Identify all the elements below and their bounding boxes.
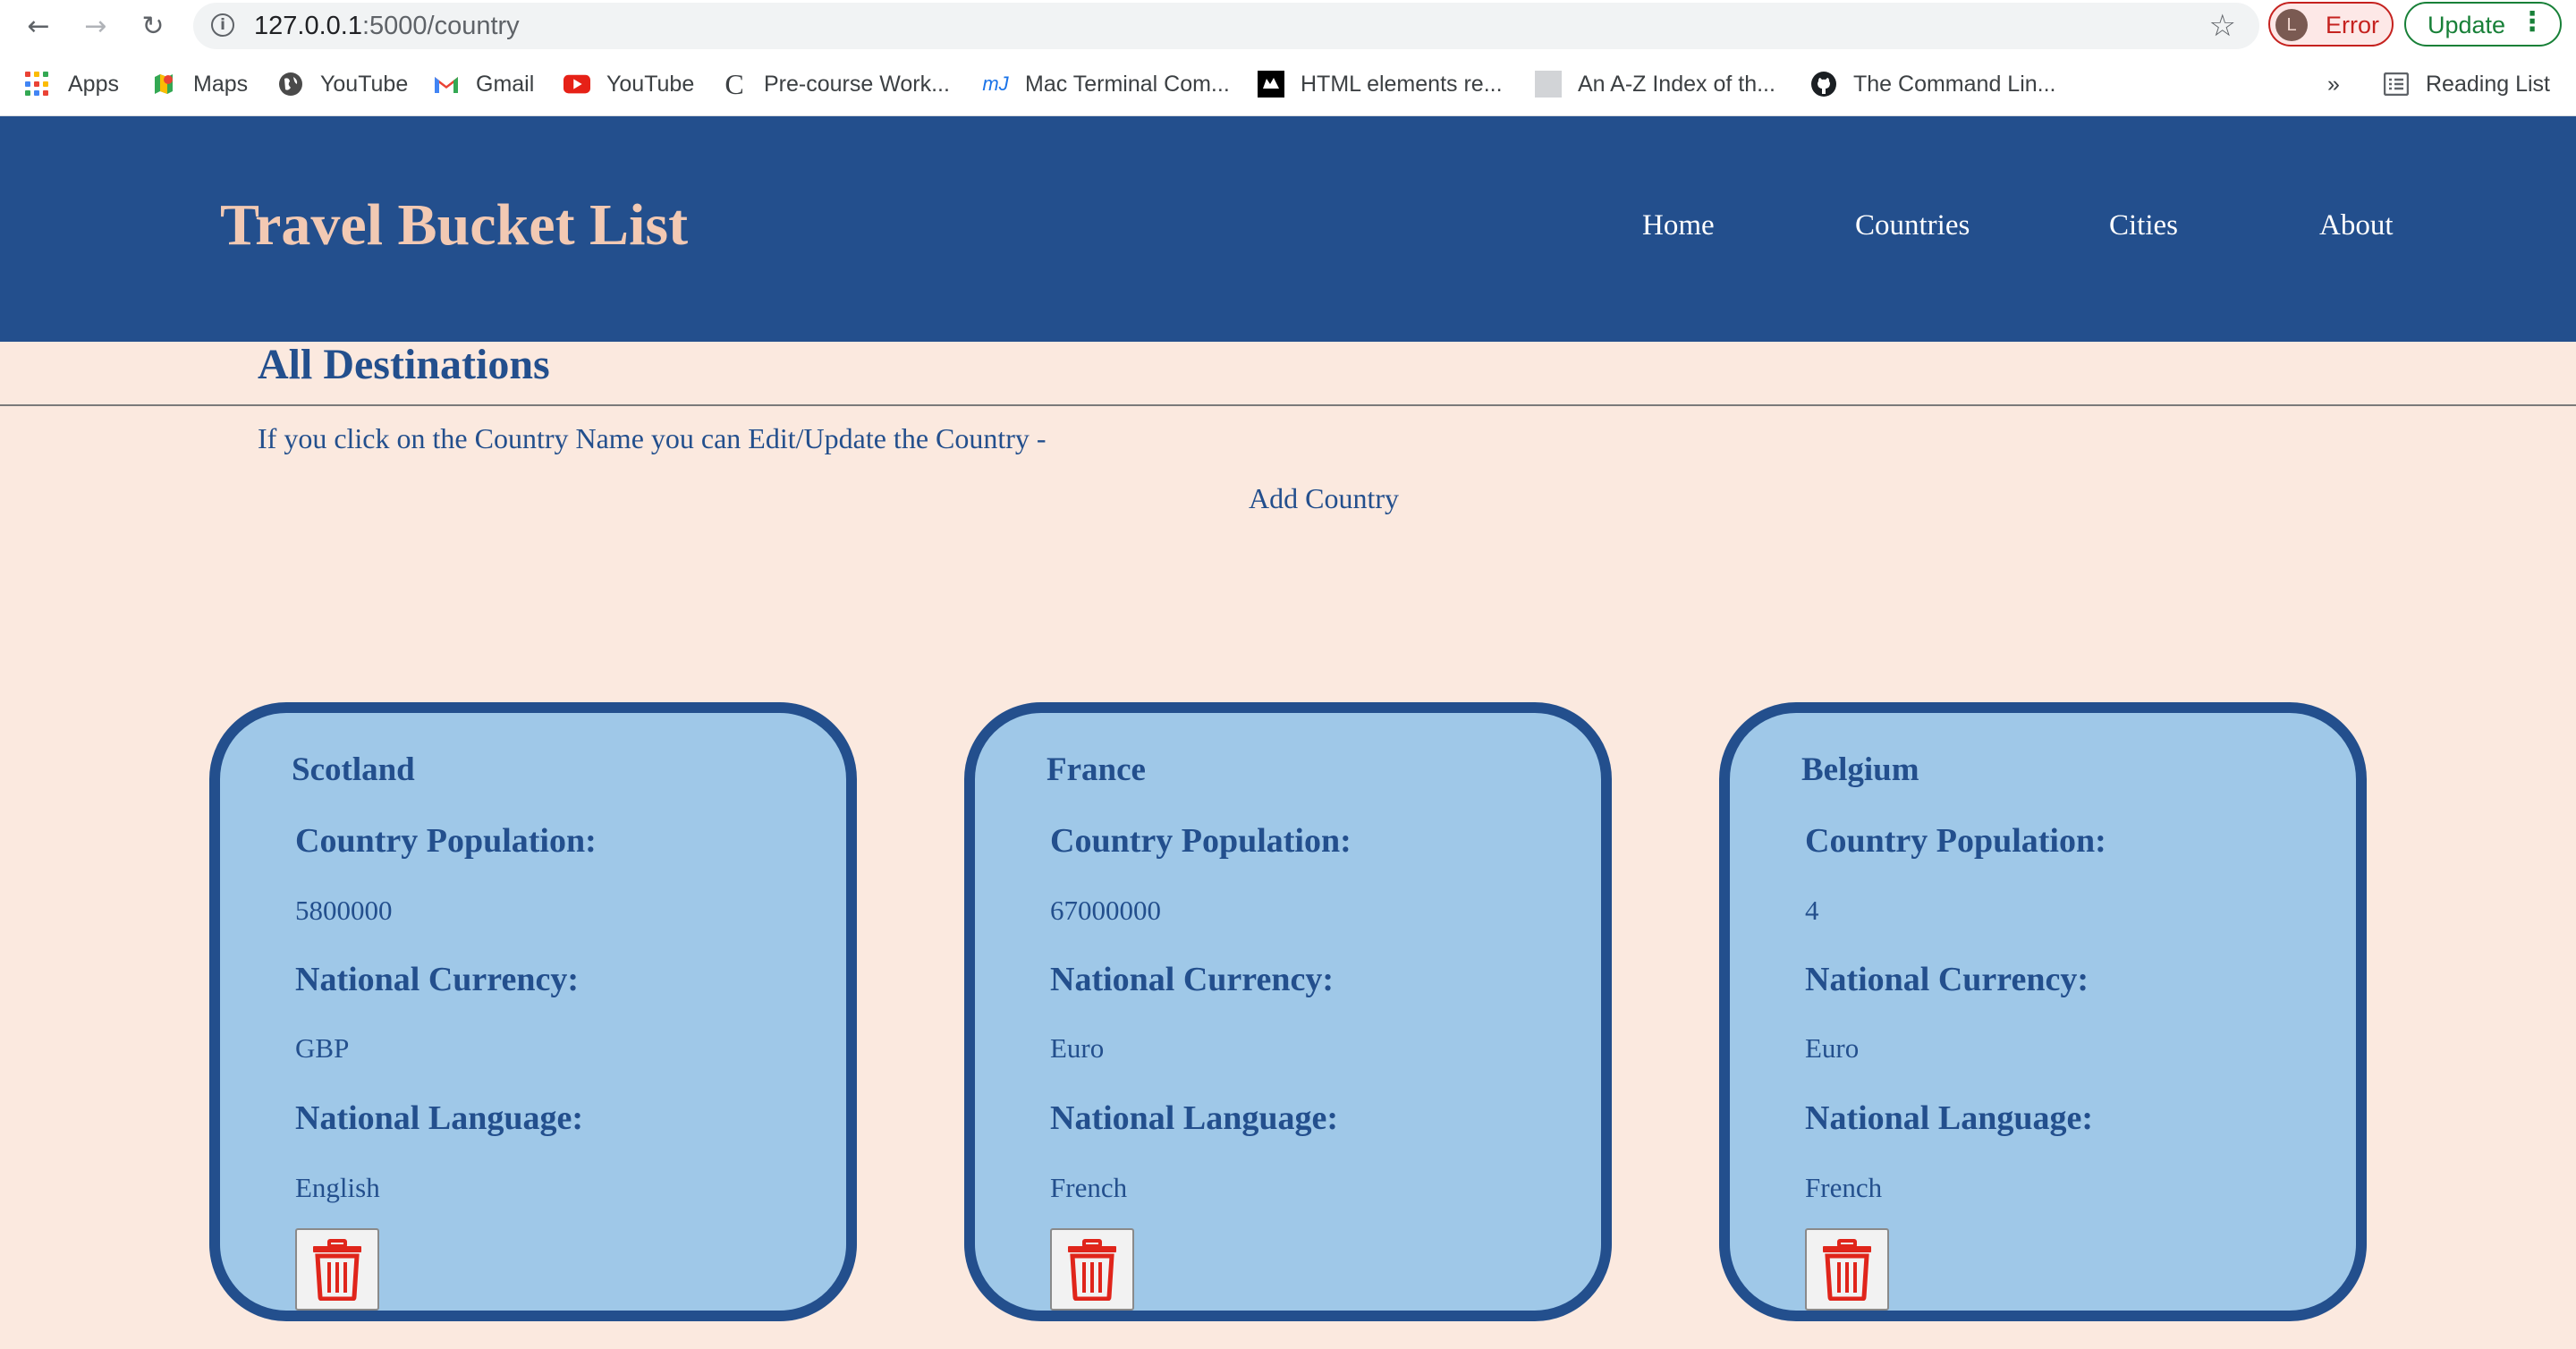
bookmark-label: Pre-course Work... — [764, 71, 950, 97]
blank-page-icon — [1535, 71, 1562, 98]
bookmark-label: YouTube — [320, 71, 409, 97]
population-value: 67000000 — [1050, 895, 1161, 926]
delete-button[interactable] — [1050, 1228, 1134, 1311]
bookmark-label: YouTube — [606, 71, 695, 97]
bookmark-mac-terminal[interactable]: mJ Mac Terminal Com... — [982, 68, 1230, 100]
c-logo-icon: C — [724, 67, 744, 100]
bookmark-command-line[interactable]: The Command Lin... — [1810, 68, 2056, 100]
language-label: National Language: — [295, 1099, 583, 1137]
avatar: L — [2275, 9, 2308, 41]
url-path: :5000/country — [361, 12, 520, 40]
population-value: 5800000 — [295, 895, 393, 926]
population-label: Country Population: — [295, 822, 597, 860]
country-name-link[interactable]: Belgium — [1801, 751, 1919, 789]
site-header: Travel Bucket List Home Countries Cities… — [0, 116, 2576, 342]
site-title: Travel Bucket List — [220, 192, 689, 258]
reload-icon[interactable]: ↻ — [132, 5, 174, 47]
bookmark-label: An A-Z Index of th... — [1578, 71, 1775, 97]
currency-label: National Currency: — [1805, 961, 2089, 998]
trash-icon — [313, 1239, 361, 1301]
forward-arrow-icon[interactable]: → — [75, 5, 116, 47]
apps-grid-icon — [25, 72, 50, 97]
divider — [0, 404, 2576, 406]
nav-countries-link[interactable]: Countries — [1855, 209, 1970, 242]
mdn-icon — [1258, 71, 1284, 98]
nav-cities-link[interactable]: Cities — [2109, 209, 2178, 242]
bookmark-youtube-1[interactable]: YouTube — [277, 68, 408, 100]
address-bar[interactable]: i 127.0.0.1:5000/country ☆ — [193, 3, 2259, 49]
update-label: Update — [2428, 12, 2506, 38]
github-icon — [1810, 71, 1837, 98]
population-label: Country Population: — [1805, 822, 2106, 860]
maps-icon — [150, 71, 177, 98]
bookmark-label: Mac Terminal Com... — [1025, 71, 1230, 97]
youtube-icon — [564, 71, 590, 98]
population-label: Country Population: — [1050, 822, 1352, 860]
update-button[interactable]: Update ⋮ — [2404, 2, 2562, 47]
currency-label: National Currency: — [1050, 961, 1334, 998]
gmail-icon — [433, 71, 460, 98]
language-value: French — [1050, 1172, 1128, 1203]
nav-home-link[interactable]: Home — [1642, 209, 1715, 242]
country-card-scotland: Scotland Country Population: 5800000 Nat… — [209, 702, 857, 1321]
language-label: National Language: — [1050, 1099, 1338, 1137]
delete-button[interactable] — [1805, 1228, 1889, 1311]
bookmark-star-icon[interactable]: ☆ — [2209, 8, 2236, 44]
nav-about-link[interactable]: About — [2319, 209, 2394, 242]
page-title: All Destinations — [258, 341, 550, 388]
bookmarks-overflow-chevron[interactable]: » — [2327, 68, 2340, 100]
bookmark-label: HTML elements re... — [1301, 71, 1503, 97]
globe-icon — [277, 71, 304, 98]
country-card-belgium: Belgium Country Population: 4 National C… — [1719, 702, 2367, 1321]
bookmark-label: Maps — [193, 71, 249, 97]
url-host: 127.0.0.1 — [254, 12, 362, 40]
currency-value: Euro — [1050, 1032, 1105, 1064]
profile-error-button[interactable]: L Error — [2268, 2, 2394, 47]
mj-logo-icon: mJ — [982, 72, 1009, 95]
trash-icon — [1823, 1239, 1871, 1301]
language-value: English — [295, 1172, 380, 1203]
browser-toolbar: ← → ↻ i 127.0.0.1:5000/country ☆ L Error… — [0, 0, 2576, 52]
bookmark-gmail[interactable]: Gmail — [433, 68, 534, 100]
site-info-icon[interactable]: i — [211, 13, 234, 37]
trash-icon — [1068, 1239, 1116, 1301]
country-name-link[interactable]: Scotland — [292, 751, 415, 789]
bookmark-label: Apps — [68, 71, 119, 97]
bookmark-html-elements[interactable]: HTML elements re... — [1258, 68, 1503, 100]
country-name-link[interactable]: France — [1046, 751, 1146, 789]
add-country-link[interactable]: Add Country — [1249, 482, 1399, 515]
currency-value: Euro — [1805, 1032, 1860, 1064]
bookmark-az-index[interactable]: An A-Z Index of th... — [1535, 68, 1775, 100]
error-label: Error — [2326, 12, 2379, 38]
reading-list-label: Reading List — [2426, 71, 2550, 97]
delete-button[interactable] — [295, 1228, 379, 1311]
bookmark-maps[interactable]: Maps — [150, 68, 248, 100]
bookmark-label: Gmail — [476, 71, 535, 97]
bookmark-youtube-2[interactable]: YouTube — [564, 68, 694, 100]
country-card-france: France Country Population: 67000000 Nati… — [964, 702, 1612, 1321]
edit-hint-text: If you click on the Country Name you can… — [258, 422, 1046, 454]
currency-value: GBP — [295, 1032, 350, 1064]
kebab-menu-icon[interactable]: ⋮ — [2519, 9, 2546, 36]
reading-list-button[interactable]: Reading List — [2383, 68, 2550, 100]
bookmark-apps[interactable]: Apps — [25, 68, 119, 100]
bookmark-precourse[interactable]: C Pre-course Work... — [721, 68, 950, 100]
url-text[interactable]: 127.0.0.1:5000/country — [254, 12, 520, 41]
bookmarks-bar: Apps Maps YouTube Gmail YouTube C Pre-co… — [0, 52, 2576, 116]
language-value: French — [1805, 1172, 1883, 1203]
bookmark-label: The Command Lin... — [1853, 71, 2056, 97]
reading-list-icon — [2383, 71, 2410, 98]
back-arrow-icon[interactable]: ← — [18, 5, 59, 47]
population-value: 4 — [1805, 895, 1819, 926]
language-label: National Language: — [1805, 1099, 2093, 1137]
currency-label: National Currency: — [295, 961, 579, 998]
